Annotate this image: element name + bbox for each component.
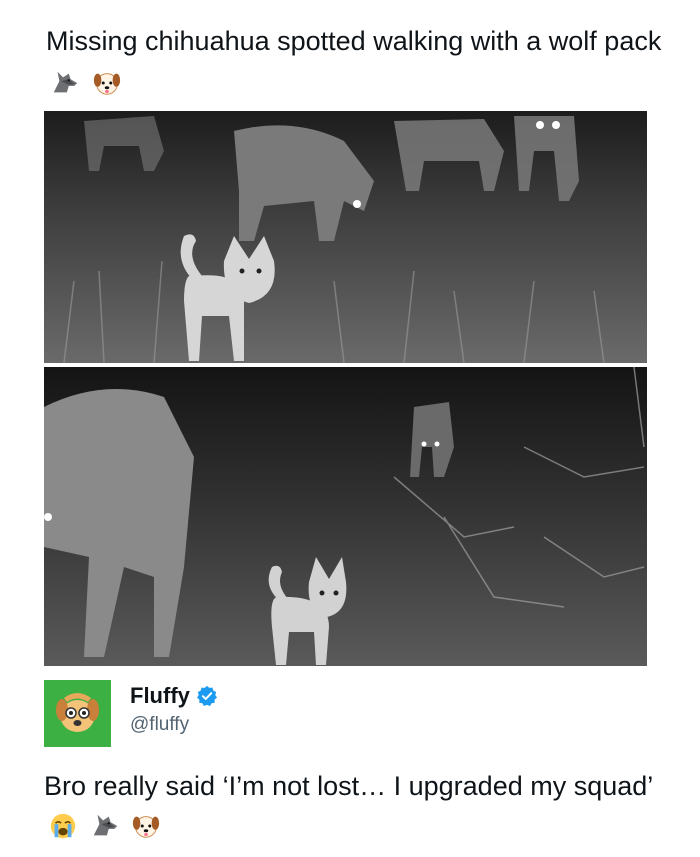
handle[interactable]: @fluffy <box>130 714 189 736</box>
verified-badge-icon <box>196 685 217 706</box>
post-caption: Missing chihuahua spotted walking with a… <box>46 20 666 104</box>
dog-face-icon <box>93 73 120 95</box>
dog-avatar-icon <box>44 680 111 747</box>
avatar[interactable] <box>44 680 111 747</box>
photo-bottom[interactable] <box>44 367 647 666</box>
reply-text: Bro really said ‘I’m not lost… I upgrade… <box>44 766 664 846</box>
display-name-row[interactable]: Fluffy <box>130 683 218 709</box>
display-name[interactable]: Fluffy <box>130 683 190 709</box>
wolf-icon <box>93 814 117 836</box>
photo-top[interactable] <box>44 111 647 363</box>
reply-text-body: Bro really said ‘I’m not lost… I upgrade… <box>44 771 653 801</box>
wolf-icon <box>53 71 78 93</box>
post-caption-text: Missing chihuahua spotted walking with a… <box>46 26 662 56</box>
trail-cam-image <box>44 111 647 363</box>
crying-face-icon <box>50 813 76 839</box>
trail-cam-image <box>44 367 647 666</box>
dog-face-icon <box>132 816 160 838</box>
